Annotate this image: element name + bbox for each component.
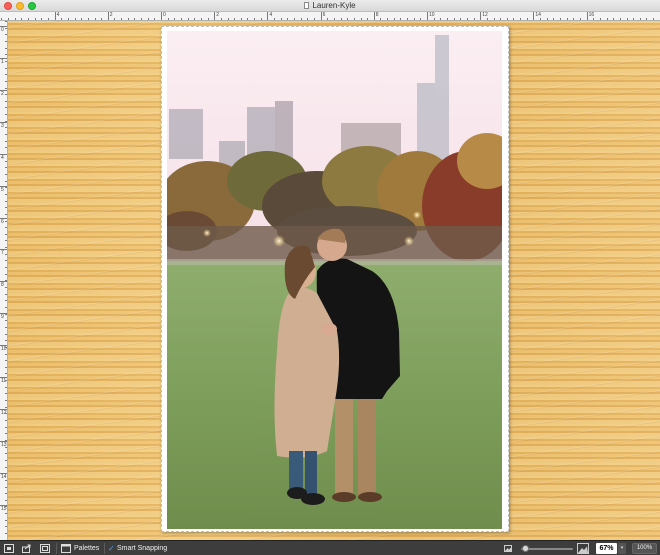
ruler-label: 8 [375, 12, 379, 18]
ruler-label: 4 [56, 12, 60, 18]
smart-snapping-toggle[interactable]: Smart Snapping [117, 541, 167, 555]
ruler-label: 8 [1, 282, 4, 289]
ruler-label: 6 [1, 218, 4, 225]
large-image-icon[interactable] [577, 543, 589, 554]
document-icon [304, 2, 310, 9]
share-icon[interactable] [22, 544, 32, 553]
canvas[interactable] [8, 21, 660, 540]
checkmark-icon[interactable]: ✓ [108, 541, 115, 555]
toolbar-separator [104, 543, 105, 554]
ruler-label: 3 [1, 122, 4, 129]
vertical-ruler[interactable]: 0 1 2 3 4 5 6 7 8 9 10 11 12 13 14 15 [0, 21, 8, 540]
ruler-label: 7 [1, 250, 4, 257]
engagement-photo[interactable] [167, 31, 502, 529]
title-bar: Lauren-Kyle [0, 0, 660, 12]
ruler-label: 0 [1, 27, 4, 33]
zoom-level-field[interactable]: 67% [596, 543, 617, 554]
toolbar-separator [56, 543, 57, 554]
ruler-label: 2 [109, 12, 113, 18]
ruler-label: 2 [1, 90, 4, 97]
page-layout-icon[interactable] [4, 544, 14, 553]
small-image-icon[interactable] [504, 545, 512, 552]
ruler-label: 4 [1, 154, 4, 161]
app-window: Lauren-Kyle in 420246810121416 012345678… [0, 0, 660, 555]
chevron-down-icon[interactable]: ▾ [618, 543, 626, 554]
ruler-label: 9 [1, 314, 4, 321]
ruler-label: 2 [216, 12, 219, 18]
actual-size-button[interactable]: 100% [632, 543, 657, 554]
window-title: Lauren-Kyle [312, 1, 356, 10]
horizontal-ruler[interactable]: 4 2 0 2 4 6 8 10 12 14 16 [0, 12, 660, 21]
ruler-label: 0 [163, 12, 166, 18]
ruler-label: 5 [1, 186, 4, 193]
fit-page-icon[interactable] [40, 544, 50, 553]
window-title-wrap: Lauren-Kyle [0, 0, 660, 12]
palettes-icon[interactable] [61, 544, 71, 553]
ruler-label: 11 [1, 378, 7, 385]
bottom-toolbar: Palettes ✓ Smart Snapping 67% ▾ 100% [0, 540, 660, 555]
ruler-label: 4 [269, 12, 273, 18]
ruler-label: 1 [1, 58, 4, 65]
ruler-label: 6 [322, 12, 326, 18]
photo-page[interactable] [161, 26, 509, 532]
zoom-slider-knob[interactable] [522, 545, 530, 552]
palettes-button[interactable]: Palettes [74, 541, 99, 555]
